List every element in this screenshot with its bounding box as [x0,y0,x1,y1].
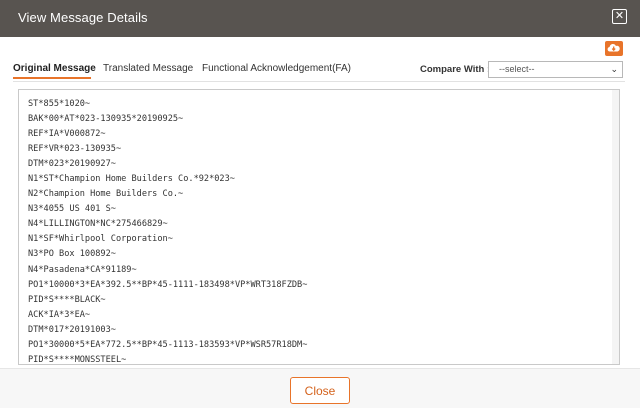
message-line: REF*VR*023-130935~ [28,144,122,155]
message-line: N4*LILLINGTON*NC*275466829~ [28,219,168,230]
message-line: PO1*30000*5*EA*772.5**BP*45-1113-183593*… [28,339,308,350]
tab-divider [13,81,625,82]
compare-with-select[interactable]: --select-- ⌄ [488,61,623,78]
dialog-footer: Close [0,368,640,408]
compare-with-label: Compare With : [420,64,491,75]
dialog-title: View Message Details [18,10,148,25]
message-line: PO1*10000*3*EA*392.5**BP*45-1111-183498*… [28,279,308,290]
tab-translated-message[interactable]: Translated Message [103,63,193,74]
message-line: N4*Pasadena*CA*91189~ [28,264,137,275]
message-line: N1*SF*Whirlpool Corporation~ [28,234,173,245]
close-icon[interactable]: ✕ [612,9,627,24]
message-content-area[interactable]: ST*855*1020~ BAK*00*AT*023-130935*2019092… [18,89,620,365]
message-line: N1*ST*Champion Home Builders Co.*92*023~ [28,174,235,185]
message-line: N3*PO Box 100892~ [28,249,116,260]
close-button[interactable]: Close [290,377,350,404]
tab-functional-acknowledgement[interactable]: Functional Acknowledgement(FA) [202,63,351,74]
message-line: DTM*017*20191003~ [28,324,116,335]
message-scrollbar[interactable] [612,90,619,364]
dialog-header: View Message Details ✕ [0,0,640,37]
message-line: REF*IA*V000872~ [28,129,106,140]
message-line: N3*4055 US 401 S~ [28,204,116,215]
tab-original-message[interactable]: Original Message [13,63,96,74]
message-line: N2*Champion Home Builders Co.~ [28,189,184,200]
message-line: PID*S****MONSSTEEL~ [28,354,127,365]
message-line: ACK*IA*3*EA~ [28,309,91,320]
compare-select-value: --select-- [499,64,535,74]
message-line: DTM*023*20190927~ [28,159,116,170]
cloud-download-icon[interactable] [605,41,623,56]
message-line: PID*S****BLACK~ [28,294,106,305]
edi-message-text: ST*855*1020~ BAK*00*AT*023-130935*2019092… [28,97,308,365]
active-tab-indicator [13,77,91,79]
chevron-down-icon: ⌄ [610,64,618,74]
message-line: BAK*00*AT*023-130935*20190925~ [28,114,184,125]
message-line: ST*855*1020~ [28,99,91,109]
